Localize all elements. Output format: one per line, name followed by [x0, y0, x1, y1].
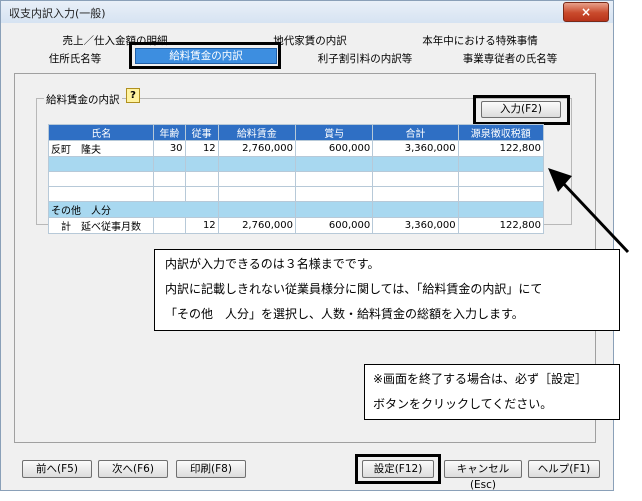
cell-salary[interactable] [217, 156, 296, 172]
help-button[interactable]: ヘルプ(F1) [528, 460, 600, 478]
col-months: 従事 [184, 124, 219, 141]
cell-age[interactable] [153, 171, 186, 187]
cell-withholding[interactable] [457, 156, 545, 172]
cell-total[interactable] [372, 201, 459, 218]
cell-bonus[interactable] [294, 186, 374, 202]
cell-months[interactable] [184, 156, 219, 172]
total-sublabel: 延べ従事月数 [81, 222, 141, 233]
other-label[interactable]: その他 人分 [48, 201, 219, 218]
close-icon[interactable]: × [563, 2, 609, 22]
col-bonus: 賞与 [294, 124, 374, 141]
callout-line: 内訳が入力できるのは３名様までです。 [165, 257, 380, 271]
cell-withholding[interactable] [457, 201, 545, 218]
cell-name[interactable] [47, 171, 155, 187]
table-row[interactable] [47, 186, 545, 202]
cell-months[interactable] [184, 186, 219, 202]
cell-months[interactable] [184, 171, 219, 187]
cell-salary[interactable] [217, 186, 296, 202]
col-salary: 給料賃金 [217, 124, 296, 141]
callout-line: ボタンをクリックしてください。 [373, 397, 553, 411]
set-button-highlight [355, 454, 441, 484]
tab-address-name[interactable]: 住所氏名等 [30, 51, 120, 66]
cell-salary[interactable] [217, 171, 296, 187]
col-total: 合計 [372, 124, 459, 141]
cell-withholding[interactable]: 122,800 [457, 140, 545, 157]
cell-name[interactable] [47, 156, 155, 172]
cell-bonus[interactable]: 600,000 [294, 140, 374, 157]
total-label: 計 [61, 222, 71, 233]
table-row[interactable]: 反町 隆夫 30 12 2,760,000 600,000 3,360,000 … [47, 140, 545, 157]
cell-salary[interactable] [217, 201, 296, 218]
col-name: 氏名 [47, 124, 155, 141]
total-tax: 122,800 [457, 217, 545, 234]
other-row[interactable]: その他 人分 [48, 201, 545, 218]
tab-family-employees[interactable]: 事業専従者の氏名等 [450, 51, 570, 66]
cancel-button[interactable]: キャンセル(Esc) [444, 460, 522, 491]
input-button-highlight [473, 95, 570, 125]
cell-age[interactable] [153, 186, 186, 202]
cell-name[interactable] [47, 186, 155, 202]
total-bonus: 600,000 [294, 217, 374, 234]
group-label: 給料賃金の内訳 [44, 92, 122, 107]
table-row[interactable] [47, 171, 545, 187]
cell-months[interactable]: 12 [184, 140, 219, 157]
tab-special-circumstances[interactable]: 本年中における特殊事情 [415, 33, 545, 48]
total-sum: 3,360,000 [372, 217, 459, 234]
info-callout: 内訳が入力できるのは３名様までです。 内訳に記載しきれない従業員様分に関しては、… [154, 249, 620, 331]
cell-total[interactable]: 3,360,000 [372, 140, 459, 157]
cell-total[interactable] [372, 186, 459, 202]
cell-bonus[interactable] [294, 156, 374, 172]
next-button[interactable]: 次へ(F6) [98, 460, 168, 478]
warning-callout: ※画面を終了する場合は、必ず［設定］ ボタンをクリックしてください。 [364, 364, 620, 420]
callout-arrow [548, 168, 630, 254]
cell-age[interactable] [153, 156, 186, 172]
total-row: 計延べ従事月数 12 2,760,000 600,000 3,360,000 1… [47, 217, 545, 234]
tab-interest-breakdown[interactable]: 利子割引料の内訳等 [300, 51, 430, 66]
total-age-cell [153, 217, 186, 234]
callout-line: 「その他 人分」を選択し、人数・給料賃金の総額を入力します。 [165, 307, 524, 321]
total-salary: 2,760,000 [217, 217, 296, 234]
print-button[interactable]: 印刷(F8) [176, 460, 246, 478]
cell-total[interactable] [372, 171, 459, 187]
salary-table: 氏名 年齢 従事 給料賃金 賞与 合計 源泉徴収税額 反町 隆夫 30 12 2… [47, 124, 545, 234]
col-age: 年齢 [153, 124, 186, 141]
cell-bonus[interactable] [294, 201, 374, 218]
window-title: 収支内訳入力(一般) [9, 7, 106, 20]
table-header-row: 氏名 年齢 従事 給料賃金 賞与 合計 源泉徴収税額 [47, 124, 545, 141]
cell-total[interactable] [372, 156, 459, 172]
cell-bonus[interactable] [294, 171, 374, 187]
cell-age[interactable]: 30 [153, 140, 186, 157]
prev-button[interactable]: 前へ(F5) [22, 460, 92, 478]
help-icon[interactable]: ? [126, 88, 140, 103]
cell-withholding[interactable] [457, 171, 545, 187]
total-months: 12 [184, 217, 219, 234]
cell-name[interactable]: 反町 隆夫 [47, 140, 155, 157]
title-bar: 収支内訳入力(一般) × [1, 1, 613, 23]
cell-salary[interactable]: 2,760,000 [217, 140, 296, 157]
callout-line: ※画面を終了する場合は、必ず［設定］ [373, 372, 588, 386]
callout-line: 内訳に記載しきれない従業員様分に関しては、「給料賃金の内訳」にて [165, 282, 543, 296]
col-withholding: 源泉徴収税額 [457, 124, 545, 141]
tab-highlight-box [129, 42, 281, 69]
table-row[interactable] [47, 156, 545, 172]
cell-withholding[interactable] [457, 186, 545, 202]
total-cell: 計延べ従事月数 [47, 217, 155, 234]
